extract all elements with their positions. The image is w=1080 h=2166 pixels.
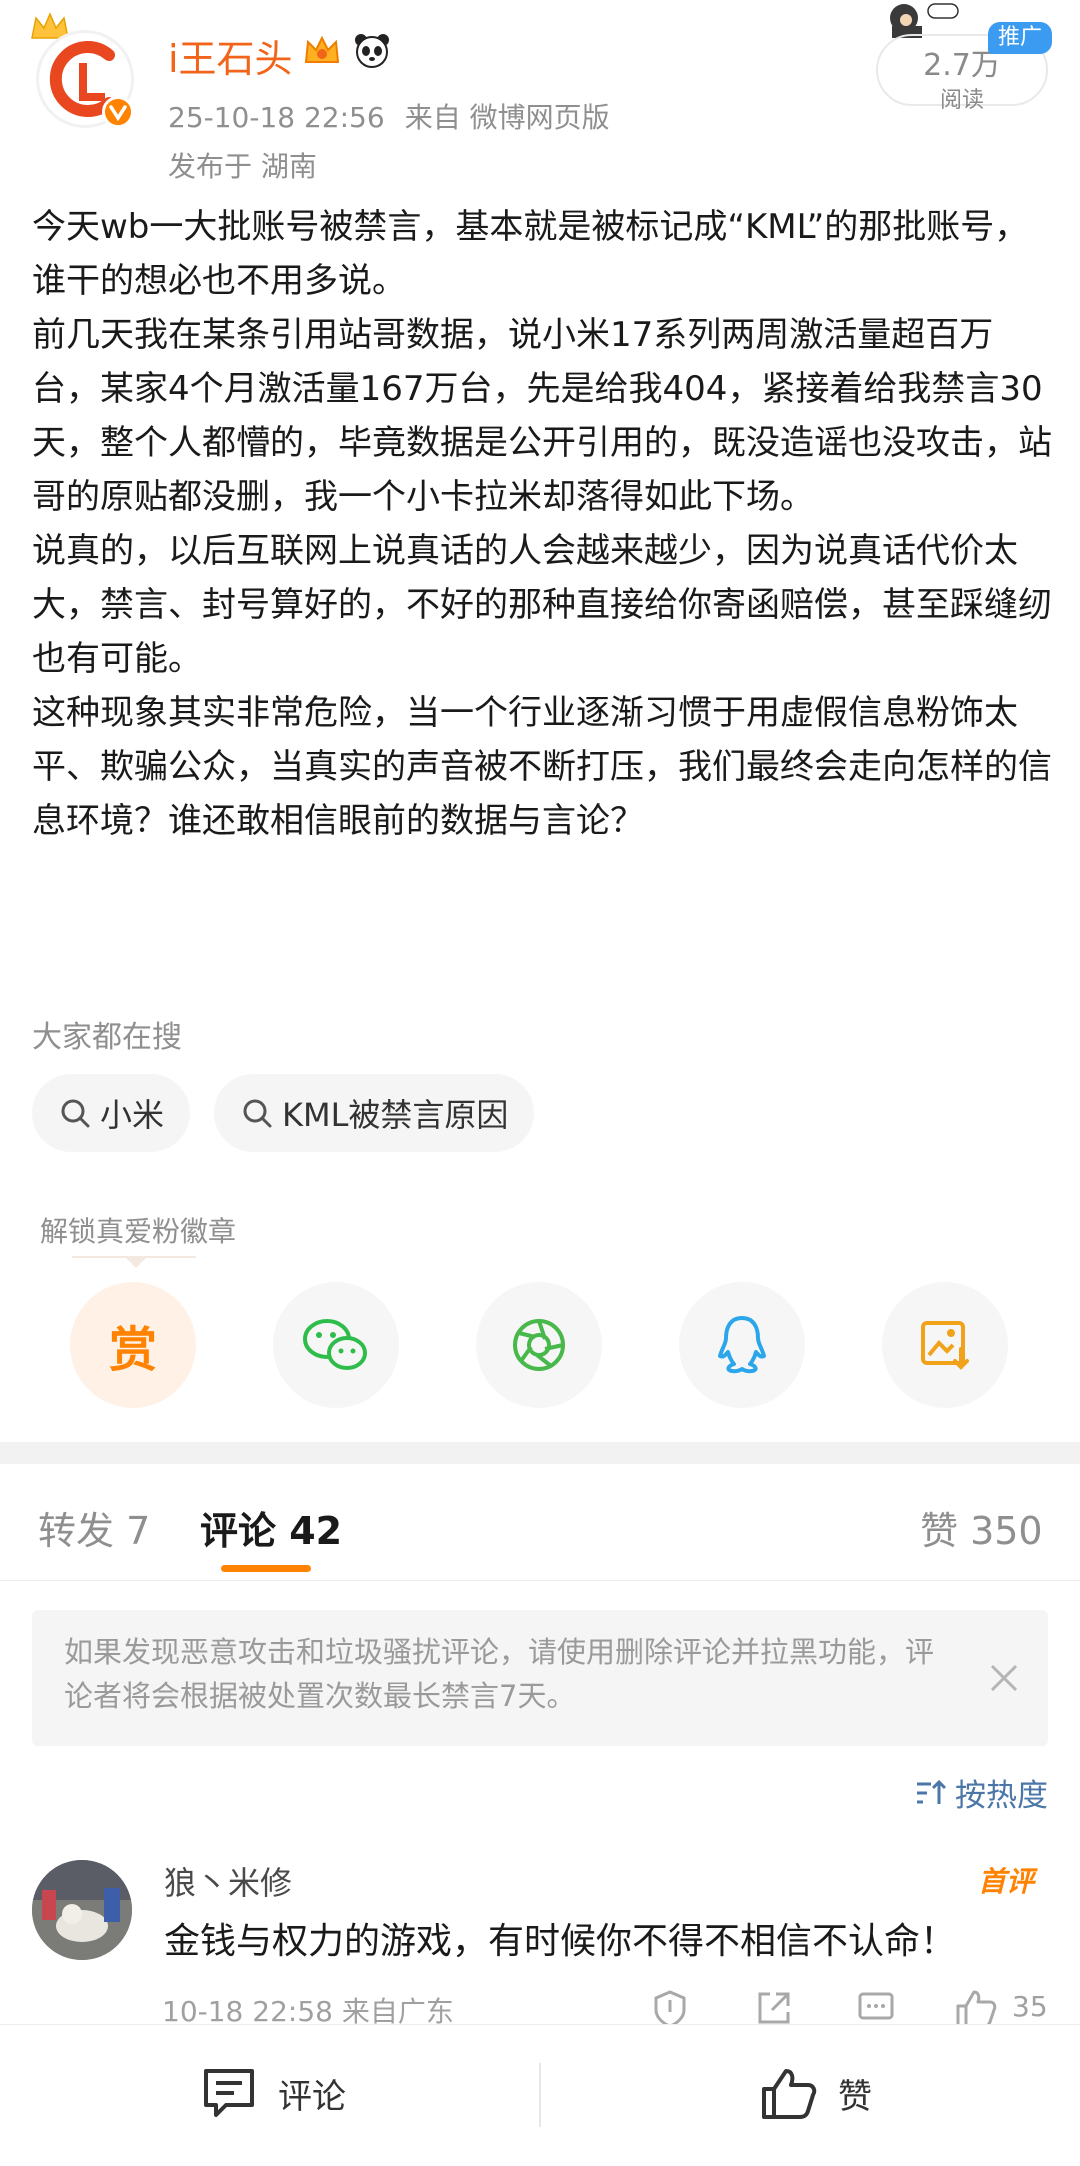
sort-label: 按热度 (955, 1778, 1048, 1814)
author-avatar-block[interactable] (30, 10, 140, 128)
post-body: 今天wb一大批账号被禁言，基本就是被标记成“KML”的那批账号，谁干的想必也不用… (32, 200, 1052, 848)
post-time: 25-10-18 22:56 (168, 101, 385, 134)
post-paragraph: 这种现象其实非常危险，当一个行业逐渐习惯于用虚假信息粉饰太平、欺骗公众，当真实的… (32, 693, 1052, 841)
tab-border (0, 1580, 1080, 1581)
verified-badge-icon (102, 96, 134, 128)
bottom-like-label: 赞 (838, 2076, 872, 2117)
commenter-avatar[interactable] (32, 1860, 132, 1960)
report-icon[interactable] (650, 1988, 690, 2028)
bottom-action-bar: 评论 赞 (0, 2024, 1080, 2166)
thumbs-up-icon[interactable] (954, 1988, 998, 2028)
moments-icon (513, 1319, 565, 1371)
bottom-like-button[interactable]: 赞 (760, 2065, 872, 2121)
comment-text[interactable]: 金钱与权力的游戏，有时候你不得不相信不认命！ (164, 1912, 956, 1964)
hot-search-chip[interactable]: 小米 (32, 1074, 191, 1152)
close-icon[interactable] (980, 1654, 1028, 1702)
bottom-comment-label: 评论 (278, 2076, 346, 2117)
bar-separator (539, 2063, 541, 2127)
comment-actions: 35 (650, 1988, 1050, 2028)
share-moments-button[interactable] (476, 1282, 602, 1408)
promo-tag[interactable]: 推广 (988, 22, 1053, 54)
first-comment-badge: 首评 (978, 1865, 1035, 1898)
post-source: 来自 微博网页版 (404, 101, 610, 134)
save-image-button[interactable] (882, 1282, 1008, 1408)
tab-comment[interactable]: 评论 42 (200, 1500, 342, 1555)
chip-label: KML被禁言原因 (282, 1096, 509, 1134)
read-label: 阅读 (939, 88, 984, 113)
unlock-badge-label: 解锁真爱粉徽章 (40, 1215, 237, 1248)
save-image-icon (921, 1321, 969, 1370)
tab-like[interactable]: 赞 350 (920, 1500, 1043, 1555)
post-paragraph: 今天wb一大批账号被禁言，基本就是被标记成“KML”的那批账号，谁干的想必也不用… (32, 207, 1029, 301)
post-paragraph: 说真的，以后互联网上说真话的人会越来越少，因为说真话代价太大，禁言、封号算好的，… (32, 531, 1052, 679)
thumbs-up-icon (762, 2069, 817, 2119)
cartoon-sticker-icon (890, 3, 959, 38)
hot-search-label: 大家都在搜 (32, 1020, 182, 1055)
post-meta: 25-10-18 22:56 来自 微博网页版 (168, 96, 630, 136)
commenter-name[interactable]: 狼丶米修 (164, 1858, 292, 1904)
share-icon[interactable] (754, 1988, 794, 2028)
author-name[interactable]: i王石头 (168, 28, 293, 83)
reward-icon: 赏 (108, 1322, 157, 1378)
qq-icon (718, 1316, 766, 1374)
comment-like-count: 35 (1012, 1990, 1048, 2023)
share-qq-button[interactable] (679, 1282, 805, 1408)
comment-notice: 如果发现恶意攻击和垃圾骚扰评论，请使用删除评论并拉黑功能，评论者将会根据被处置次… (32, 1610, 1048, 1746)
reward-button[interactable]: 赏 (70, 1282, 196, 1408)
bottom-comment-button[interactable]: 评论 (200, 2065, 346, 2121)
section-divider (0, 1442, 1080, 1464)
vip-crown-icon (304, 35, 340, 63)
search-icon (243, 1099, 272, 1128)
sort-icon (917, 1779, 947, 1804)
notice-text: 如果发现恶意攻击和垃圾骚扰评论，请使用删除评论并拉黑功能，评论者将会根据被处置次… (64, 1635, 935, 1713)
chip-label: 小米 (100, 1096, 165, 1134)
active-tab-indicator (221, 1565, 311, 1572)
unlock-caret (124, 1256, 148, 1268)
wechat-icon (303, 1319, 367, 1370)
share-wechat-button[interactable] (273, 1282, 399, 1408)
sort-toggle[interactable]: 按热度 (915, 1770, 1048, 1815)
search-icon (61, 1099, 90, 1128)
hot-search-chip[interactable]: KML被禁言原因 (214, 1074, 535, 1152)
tab-repost[interactable]: 转发 7 (38, 1500, 150, 1555)
post-paragraph: 前几天我在某条引用站哥数据，说小米17系列两周激活量超百万台，某家4个月激活量1… (32, 315, 1052, 517)
reply-icon[interactable] (856, 1988, 896, 2028)
panda-icon (355, 34, 389, 68)
comment-icon (204, 2069, 254, 2117)
commenter-photo-icon (32, 1860, 132, 1960)
post-location: 发布于 湖南 (168, 150, 317, 183)
